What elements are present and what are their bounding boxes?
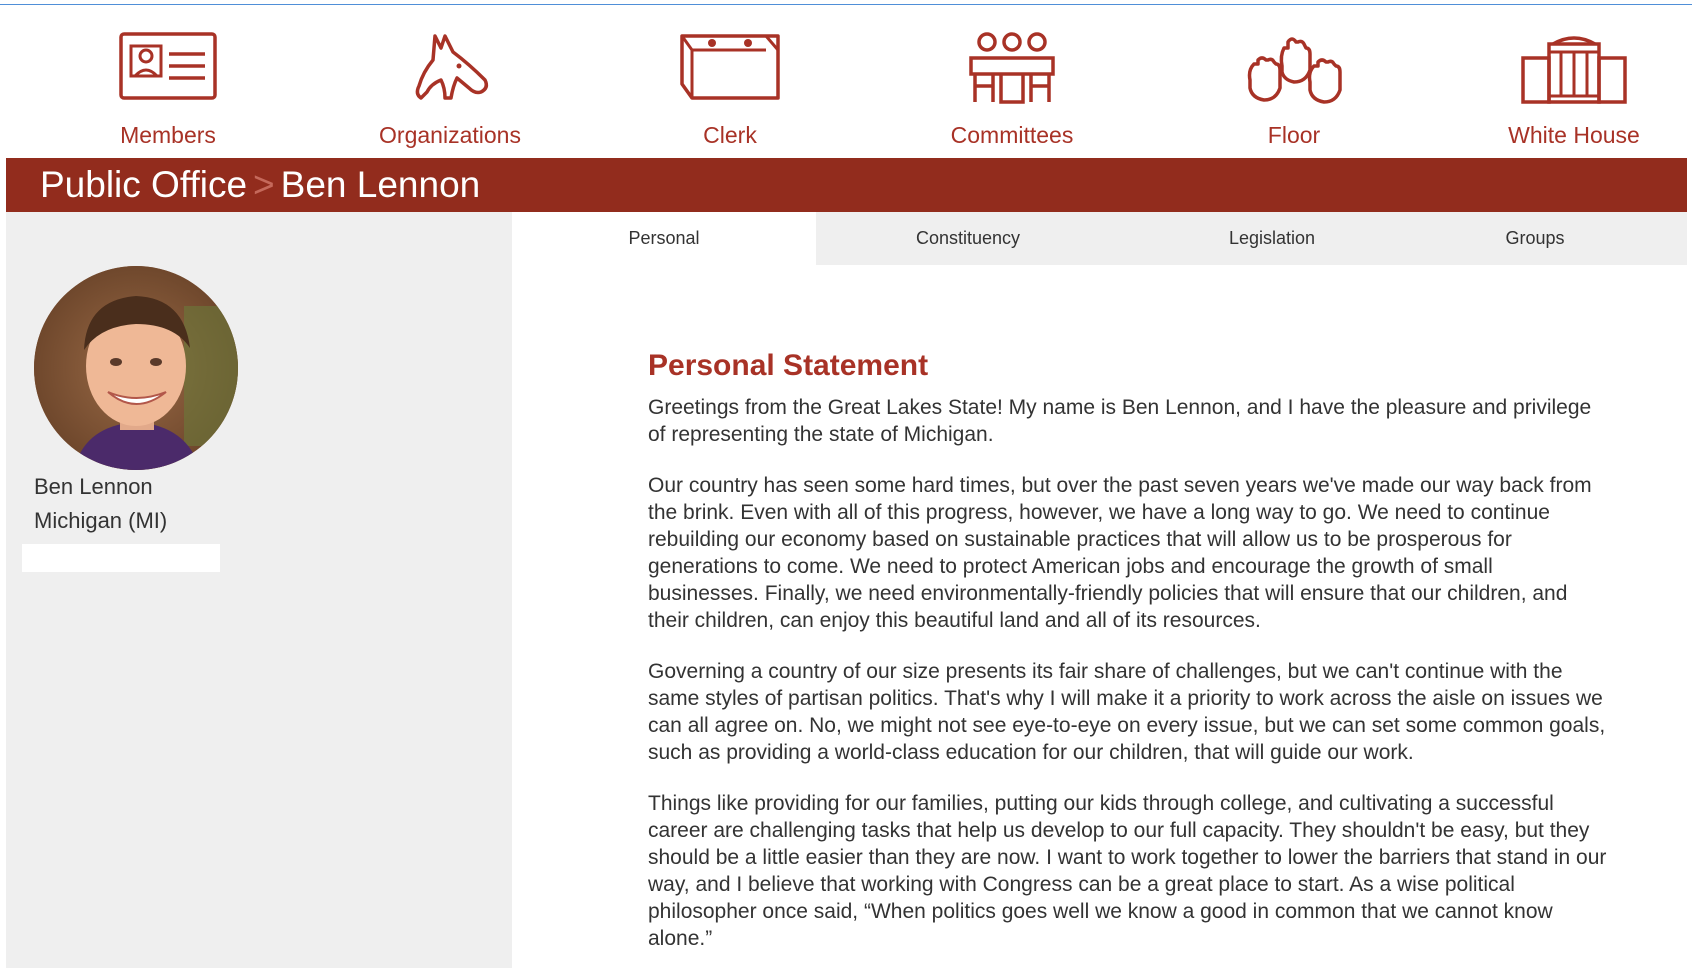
nav-organizations-label: Organizations (379, 122, 521, 148)
main-nav: Members Organizations Clerk Committees F… (6, 6, 1687, 158)
building-icon (1519, 30, 1629, 110)
nav-white-house-label: White House (1508, 122, 1640, 148)
nav-clerk-label: Clerk (703, 122, 757, 148)
nav-members-label: Members (120, 122, 216, 148)
sidebar-blank-field (22, 544, 220, 572)
nav-floor[interactable]: Floor (1174, 6, 1414, 158)
statement-paragraph: Greetings from the Great Lakes State! My… (648, 396, 1592, 446)
tab-constituency[interactable]: Constituency (816, 212, 1120, 265)
committee-icon (957, 30, 1067, 110)
page-title: Personal Statement (648, 349, 929, 382)
breadcrumb-section[interactable]: Public Office (40, 164, 247, 205)
top-border (0, 4, 1692, 5)
statement-paragraph: Governing a country of our size presents… (648, 660, 1606, 764)
breadcrumb: Public Office > Ben Lennon (40, 164, 480, 206)
personal-statement: Personal Statement Greetings from the Gr… (648, 346, 1608, 976)
avatar (34, 266, 238, 470)
member-name: Ben Lennon (34, 474, 153, 499)
nav-floor-label: Floor (1267, 122, 1321, 148)
raised-hands-icon (1239, 30, 1349, 110)
statement-paragraph: Things like providing for our families, … (648, 792, 1607, 950)
file-box-icon (675, 30, 785, 110)
statement-paragraph: Our country has seen some hard times, bu… (648, 474, 1592, 632)
breadcrumb-separator: > (253, 164, 275, 205)
member-state: Michigan (MI) (34, 508, 168, 533)
tab-personal[interactable]: Personal (512, 212, 816, 265)
nav-white-house[interactable]: White House (1454, 6, 1692, 158)
nav-clerk[interactable]: Clerk (610, 6, 850, 158)
tab-groups[interactable]: Groups (1383, 212, 1687, 265)
profile-tabs: Personal Constituency Legislation Groups (512, 212, 1687, 265)
nav-organizations[interactable]: Organizations (330, 6, 570, 158)
profile-sidebar: Ben Lennon Michigan (MI) (6, 212, 512, 970)
id-card-icon (113, 30, 223, 110)
tab-legislation[interactable]: Legislation (1120, 212, 1424, 265)
donkey-icon (395, 30, 505, 110)
nav-members[interactable]: Members (48, 6, 288, 158)
title-bar: Public Office > Ben Lennon (6, 158, 1687, 212)
nav-committees[interactable]: Committees (892, 6, 1132, 158)
nav-committees-label: Committees (950, 122, 1074, 148)
breadcrumb-member: Ben Lennon (280, 164, 481, 205)
